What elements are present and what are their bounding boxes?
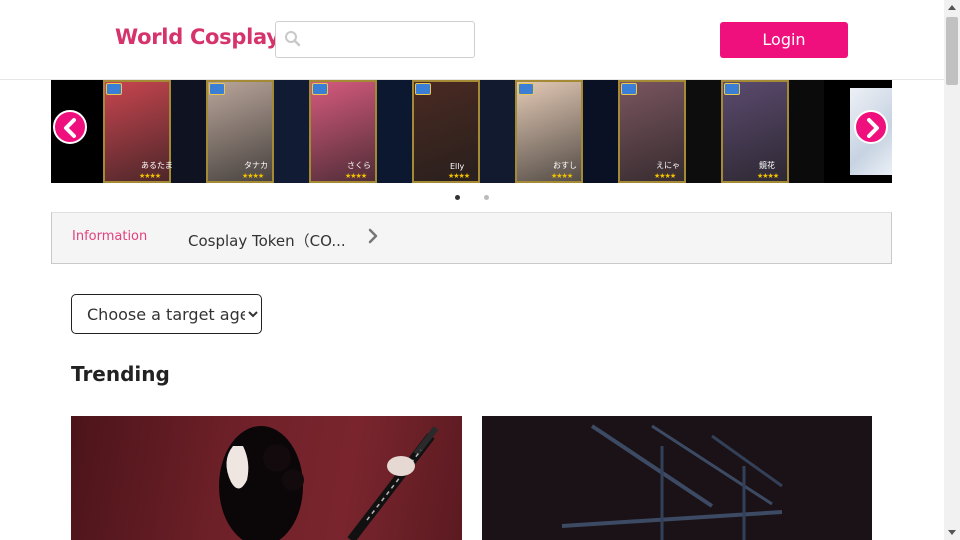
slide-stars: ★★★★ (448, 172, 470, 180)
trending-card[interactable] (71, 416, 462, 540)
target-age-select[interactable]: Choose a target age (71, 294, 262, 334)
badge-icon (724, 83, 740, 95)
slide-stars: ★★★★ (757, 172, 779, 180)
featured-carousel: あるたま ★★★★ タナカ ★★★★ さくら ★★★★ Elly ★★★★ おすし ★★★★ えにゃ… (51, 80, 892, 183)
login-button[interactable]: Login (720, 22, 848, 58)
slide-photo (412, 80, 480, 183)
slide-stars: ★★★★ (242, 172, 264, 180)
slide-stars: ★★★★ (139, 172, 161, 180)
scroll-down-arrow-icon[interactable] (944, 524, 960, 540)
carousel-pagination (448, 192, 508, 204)
slide-name: Elly (450, 162, 465, 171)
site-logo[interactable]: World Cosplay (115, 25, 280, 49)
slide-photo (721, 80, 789, 183)
scroll-up-arrow-icon[interactable] (944, 0, 960, 16)
information-bar: Information Cosplay Token（CO... (51, 212, 892, 264)
scrollbar-thumb[interactable] (946, 17, 958, 85)
chevron-right-icon[interactable] (366, 227, 380, 245)
search-icon (285, 31, 301, 47)
carousel-slide[interactable]: えにゃ ★★★★ (618, 80, 721, 183)
page-scrollbar[interactable] (944, 0, 960, 540)
chevron-right-icon (867, 118, 879, 138)
carousel-slide[interactable]: 鏡花 ★★★★ (721, 80, 824, 183)
carousel-slide[interactable]: あるたま ★★★★ (103, 80, 206, 183)
carousel-slide[interactable]: タナカ ★★★★ (206, 80, 309, 183)
information-link[interactable]: Cosplay Token（CO... (188, 230, 346, 251)
page: World Cosplay Login あるたま ★★★★ タナカ ★★★★ さくら ★★… (0, 0, 960, 540)
trending-card-image (219, 426, 439, 540)
slide-stars: ★★★★ (654, 172, 676, 180)
search-input[interactable] (310, 28, 468, 52)
site-header: World Cosplay Login (0, 0, 944, 80)
badge-icon (415, 83, 431, 95)
badge-icon (621, 83, 637, 95)
trending-card[interactable] (482, 416, 872, 540)
slide-name: タナカ (244, 161, 268, 170)
slide-stars: ★★★★ (345, 172, 367, 180)
carousel-slide[interactable]: おすし ★★★★ (515, 80, 618, 183)
badge-icon (518, 83, 534, 95)
search-box[interactable] (275, 21, 475, 58)
slide-stars: ★★★★ (551, 172, 573, 180)
carousel-next-button[interactable] (854, 110, 888, 144)
badge-icon (209, 83, 225, 95)
slide-name: おすし (553, 161, 577, 170)
carousel-prev-button[interactable] (53, 110, 87, 144)
badge-icon (312, 83, 328, 95)
carousel-slide[interactable]: Elly ★★★★ (412, 80, 515, 183)
slide-name: 鏡花 (759, 161, 775, 170)
slide-name: さくら (347, 161, 371, 170)
trending-card-image (482, 416, 872, 540)
slide-name: あるたま (141, 161, 173, 170)
pagination-dot-active[interactable] (455, 195, 460, 200)
chevron-left-icon (64, 118, 76, 138)
carousel-slide[interactable]: さくら ★★★★ (309, 80, 412, 183)
pagination-dot[interactable] (484, 195, 489, 200)
trending-title: Trending (71, 362, 170, 386)
information-label: Information (72, 229, 148, 244)
badge-icon (106, 83, 122, 95)
slide-name: えにゃ (656, 161, 680, 170)
